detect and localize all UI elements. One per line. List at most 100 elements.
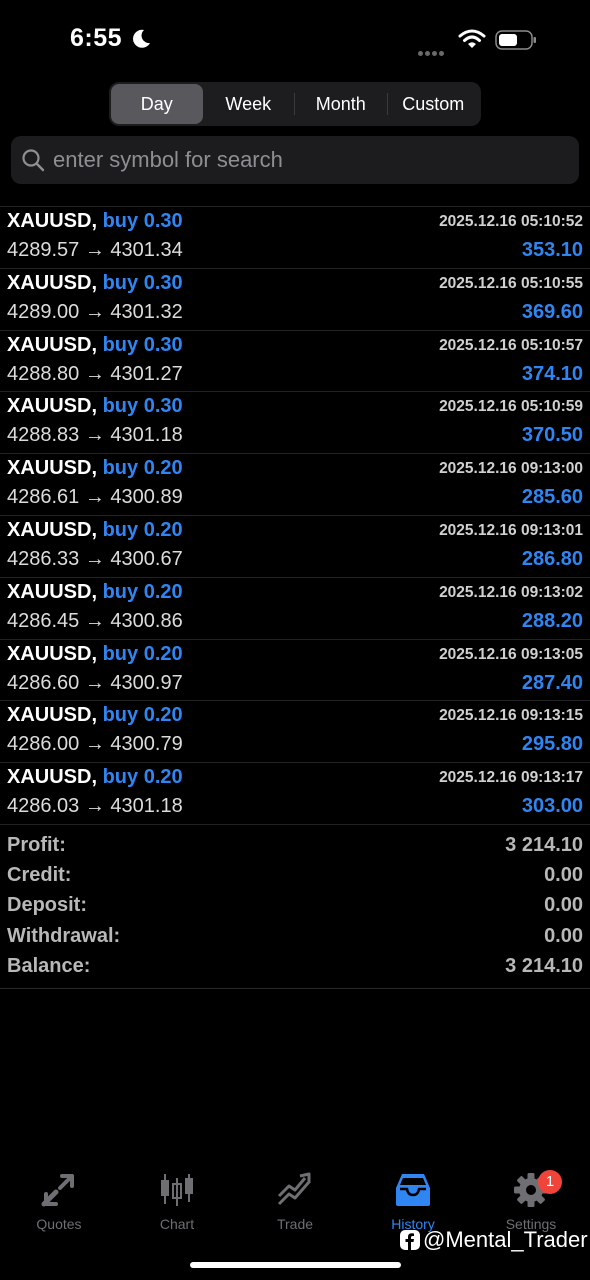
history-icon bbox=[396, 1174, 430, 1206]
summary-label: Withdrawal: bbox=[7, 924, 121, 947]
trade-profit: 288.20 bbox=[521, 609, 583, 632]
trade-row[interactable]: XAUUSD, buy 0.20 2025.12.16 09:13:17 428… bbox=[0, 763, 590, 825]
summary-value: 0.00 bbox=[544, 894, 583, 917]
search-input[interactable] bbox=[53, 136, 568, 184]
segment-custom[interactable]: Custom bbox=[388, 84, 480, 124]
trade-side: buy 0.30 bbox=[102, 333, 183, 356]
trade-side: buy 0.30 bbox=[102, 395, 183, 418]
wifi-icon bbox=[458, 29, 486, 48]
summary-value: 0.00 bbox=[544, 864, 583, 887]
search-icon bbox=[22, 149, 45, 172]
trade-side: buy 0.20 bbox=[102, 704, 183, 727]
trade-prices: 4289.57 → 4301.34 bbox=[7, 239, 183, 261]
tab-trade[interactable]: Trade bbox=[236, 1168, 354, 1238]
summary-credit: Credit: 0.00 bbox=[0, 861, 590, 891]
trade-side: buy 0.20 bbox=[102, 457, 183, 480]
trade-profit: 303.00 bbox=[521, 795, 583, 818]
trade-row[interactable]: XAUUSD, buy 0.20 2025.12.16 09:13:01 428… bbox=[0, 516, 590, 578]
tab-quotes[interactable]: Quotes bbox=[0, 1168, 118, 1238]
trade-datetime: 2025.12.16 09:13:05 bbox=[439, 645, 583, 663]
trade-datetime: 2025.12.16 05:10:59 bbox=[439, 398, 583, 416]
trades-list: XAUUSD, buy 0.30 2025.12.16 05:10:52 428… bbox=[0, 206, 590, 825]
trade-profit: 285.60 bbox=[521, 486, 583, 509]
trade-row[interactable]: XAUUSD, buy 0.20 2025.12.16 09:13:05 428… bbox=[0, 640, 590, 702]
segment-day[interactable]: Day bbox=[111, 84, 203, 124]
trade-symbol: XAUUSD, bbox=[7, 580, 98, 603]
trade-datetime: 2025.12.16 09:13:15 bbox=[439, 707, 583, 725]
trade-side: buy 0.30 bbox=[102, 271, 183, 294]
summary-label: Profit: bbox=[7, 834, 66, 856]
trade-datetime: 2025.12.16 09:13:01 bbox=[439, 521, 583, 539]
trade-prices: 4286.45 → 4300.86 bbox=[7, 609, 183, 632]
trade-icon bbox=[277, 1172, 311, 1206]
moon-icon bbox=[133, 29, 150, 48]
chart-icon bbox=[161, 1174, 193, 1206]
trade-prices: 4289.00 → 4301.32 bbox=[7, 300, 183, 323]
watermark-text: @Mental_Trader bbox=[423, 1227, 588, 1252]
trade-profit: 287.40 bbox=[521, 671, 583, 694]
trade-profit: 374.10 bbox=[521, 362, 583, 385]
home-indicator bbox=[190, 1262, 401, 1268]
search-bar bbox=[11, 136, 579, 184]
trade-profit: 353.10 bbox=[521, 239, 583, 261]
segment-week[interactable]: Week bbox=[203, 84, 295, 124]
summary-withdrawal: Withdrawal: 0.00 bbox=[0, 922, 590, 952]
trade-symbol: XAUUSD, bbox=[7, 704, 98, 727]
trade-symbol: XAUUSD, bbox=[7, 642, 98, 665]
trade-datetime: 2025.12.16 09:13:00 bbox=[439, 460, 583, 478]
trade-prices: 4288.80 → 4301.27 bbox=[7, 362, 183, 385]
trade-side: buy 0.20 bbox=[102, 766, 183, 789]
trade-side: buy 0.20 bbox=[102, 642, 183, 665]
summary-balance: Balance: 3 214.10 bbox=[0, 952, 590, 982]
trade-datetime: 2025.12.16 09:13:02 bbox=[439, 583, 583, 601]
tab-label: Quotes bbox=[36, 1216, 82, 1232]
watermark: @Mental_Trader bbox=[400, 1227, 588, 1253]
trade-row[interactable]: XAUUSD, buy 0.20 2025.12.16 09:13:00 428… bbox=[0, 454, 590, 516]
trade-datetime: 2025.12.16 05:10:57 bbox=[439, 336, 583, 354]
trade-profit: 295.80 bbox=[521, 733, 583, 756]
trade-row[interactable]: XAUUSD, buy 0.30 2025.12.16 05:10:59 428… bbox=[0, 392, 590, 455]
segment-month[interactable]: Month bbox=[295, 84, 387, 124]
trade-symbol: XAUUSD, bbox=[7, 271, 98, 294]
battery-icon bbox=[495, 30, 536, 50]
trade-prices: 4286.61 → 4300.89 bbox=[7, 486, 183, 509]
trade-side: buy 0.20 bbox=[102, 518, 183, 541]
trade-row[interactable]: XAUUSD, buy 0.20 2025.12.16 09:13:02 428… bbox=[0, 578, 590, 640]
summary-value: 3 214.10 bbox=[505, 954, 583, 977]
summary-label: Balance: bbox=[7, 954, 91, 977]
status-bar: 6:55 bbox=[0, 0, 590, 80]
trade-profit: 369.60 bbox=[521, 300, 583, 323]
trade-datetime: 2025.12.16 05:10:52 bbox=[439, 213, 583, 230]
cellular-signal-icon bbox=[418, 43, 446, 61]
summary-value: 3 214.10 bbox=[505, 834, 583, 856]
facebook-icon bbox=[400, 1230, 420, 1250]
trade-side: buy 0.30 bbox=[102, 210, 183, 232]
summary-deposit: Deposit: 0.00 bbox=[0, 891, 590, 921]
summary-value: 0.00 bbox=[544, 924, 583, 947]
trade-symbol: XAUUSD, bbox=[7, 333, 98, 356]
trade-row[interactable]: XAUUSD, buy 0.30 2025.12.16 05:10:52 428… bbox=[0, 207, 590, 269]
trade-profit: 370.50 bbox=[521, 424, 583, 447]
trade-prices: 4286.33 → 4300.67 bbox=[7, 547, 183, 570]
account-summary: Profit: 3 214.10 Credit: 0.00 Deposit: 0… bbox=[0, 831, 590, 989]
notification-badge: 1 bbox=[538, 1170, 562, 1194]
summary-label: Deposit: bbox=[7, 894, 87, 917]
trade-datetime: 2025.12.16 05:10:55 bbox=[439, 274, 583, 292]
trade-row[interactable]: XAUUSD, buy 0.20 2025.12.16 09:13:15 428… bbox=[0, 701, 590, 764]
trade-symbol: XAUUSD, bbox=[7, 210, 98, 232]
tab-label: Trade bbox=[276, 1216, 314, 1232]
trade-row[interactable]: XAUUSD, buy 0.30 2025.12.16 05:10:57 428… bbox=[0, 331, 590, 393]
trade-prices: 4286.00 → 4300.79 bbox=[7, 733, 183, 756]
trade-datetime: 2025.12.16 09:13:17 bbox=[439, 769, 583, 787]
trade-symbol: XAUUSD, bbox=[7, 518, 98, 541]
trade-symbol: XAUUSD, bbox=[7, 395, 98, 418]
trade-side: buy 0.20 bbox=[102, 580, 183, 603]
trade-prices: 4286.60 → 4300.97 bbox=[7, 671, 183, 694]
trade-row[interactable]: XAUUSD, buy 0.30 2025.12.16 05:10:55 428… bbox=[0, 269, 590, 331]
tab-chart[interactable]: Chart bbox=[118, 1168, 236, 1238]
summary-label: Credit: bbox=[7, 864, 72, 887]
trade-symbol: XAUUSD, bbox=[7, 766, 98, 789]
trade-prices: 4286.03 → 4301.18 bbox=[7, 795, 183, 818]
tab-label: Chart bbox=[159, 1216, 195, 1232]
trade-prices: 4288.83 → 4301.18 bbox=[7, 424, 183, 447]
